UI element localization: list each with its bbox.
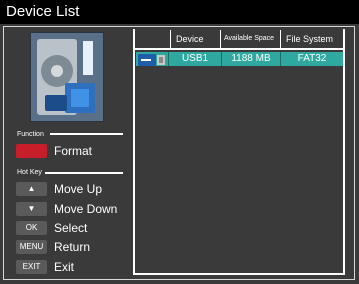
red-key-icon — [16, 144, 47, 158]
function-section-label: Function — [17, 131, 44, 138]
column-separator — [280, 30, 281, 48]
legend-move-down: ▼ Move Down — [16, 200, 117, 218]
cell-available-space: 1188 MB — [231, 53, 271, 64]
legend-return-label: Return — [54, 240, 91, 254]
legend-format: Format — [16, 142, 92, 160]
legend-select-label: Select — [54, 221, 88, 235]
column-separator — [220, 30, 221, 48]
ok-key-icon: OK — [16, 221, 47, 235]
arrow-up-key-icon: ▲ — [16, 182, 47, 196]
cell-device: USB1 — [181, 53, 209, 64]
legend-move-up: ▲ Move Up — [16, 180, 102, 198]
menu-key-icon: MENU — [16, 240, 47, 254]
legend-move-up-label: Move Up — [54, 182, 103, 196]
exit-key-icon: EXIT — [16, 260, 47, 274]
column-header-device: Device — [176, 34, 204, 44]
legend-move-down-label: Move Down — [54, 202, 118, 216]
legend-format-label: Format — [54, 144, 93, 158]
arrow-down-key-icon: ▼ — [16, 202, 47, 216]
legend-select: OK Select — [16, 219, 87, 237]
hard-disk-image — [30, 32, 104, 122]
window-title: Device List — [0, 0, 359, 24]
legend-return: MENU Return — [16, 238, 90, 256]
hotkey-section-label: Hot Key — [17, 169, 42, 176]
table-header-divider — [133, 48, 345, 50]
legend-exit: EXIT Exit — [16, 258, 74, 276]
column-separator — [170, 30, 171, 48]
usb-drive-icon — [138, 53, 166, 66]
hotkey-divider — [45, 172, 123, 174]
function-divider — [50, 133, 123, 135]
device-list-screen: Device List Function Format Hot Key ▲ Mo… — [0, 0, 359, 284]
column-header-file-system: File System — [286, 34, 334, 44]
legend-exit-label: Exit — [54, 260, 75, 274]
column-header-available-space: Available Space — [224, 35, 275, 42]
cell-file-system: FAT32 — [297, 53, 327, 64]
